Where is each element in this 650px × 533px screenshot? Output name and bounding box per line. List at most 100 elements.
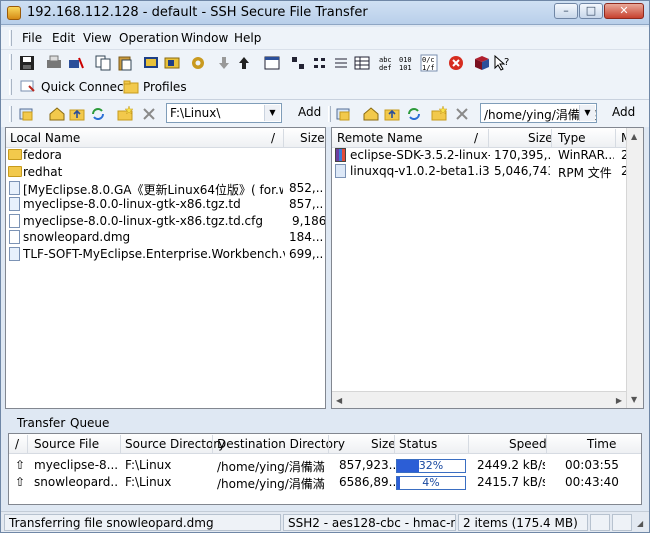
save-icon[interactable] bbox=[18, 54, 36, 72]
transfer-row[interactable]: ⇧ snowleopard.... F:\Linux /home/ying/涓備… bbox=[9, 474, 641, 491]
local-file-row[interactable]: fedora bbox=[6, 147, 325, 164]
auto-mode-icon[interactable]: 0/c1/f bbox=[420, 54, 438, 72]
profiles-button[interactable]: Profiles bbox=[143, 80, 187, 94]
large-icons-icon[interactable] bbox=[289, 54, 307, 72]
minimize-button[interactable]: – bbox=[554, 3, 578, 19]
tab-queue[interactable]: Queue bbox=[70, 416, 109, 430]
menu-view[interactable]: View bbox=[83, 31, 111, 45]
restore-button[interactable]: □ bbox=[579, 3, 603, 19]
scroll-right-icon[interactable]: ▶ bbox=[616, 396, 622, 405]
size-header[interactable]: Size bbox=[371, 437, 396, 451]
tab-transfer[interactable]: Transfer bbox=[17, 416, 65, 430]
menu-file[interactable]: File bbox=[22, 31, 42, 45]
details-view-icon[interactable] bbox=[353, 54, 371, 72]
column-divider[interactable] bbox=[283, 129, 284, 147]
quick-connect-button[interactable]: Quick Connect bbox=[41, 80, 128, 94]
speed-header[interactable]: Speed bbox=[509, 437, 547, 451]
list-view-icon[interactable] bbox=[332, 54, 350, 72]
local-size-header[interactable]: Size bbox=[300, 131, 325, 145]
ascii-mode-icon[interactable]: abcdef bbox=[378, 54, 396, 72]
local-file-row[interactable]: myeclipse-8.0.0-linux-gtk-x86.tgz.td.cfg… bbox=[6, 213, 325, 230]
remote-delete-icon[interactable] bbox=[453, 105, 471, 123]
source-directory-header[interactable]: Source Directory bbox=[125, 437, 225, 451]
remote-path-combobox[interactable]: /home/ying/涓備滿浣 ▼ bbox=[480, 103, 597, 123]
remote-add-button[interactable]: Add bbox=[612, 105, 635, 119]
copy-icon[interactable] bbox=[94, 54, 112, 72]
column-divider[interactable] bbox=[551, 129, 552, 147]
remote-file-row[interactable]: eclipse-SDK-3.5.2-linux-... 170,395,... … bbox=[332, 147, 641, 164]
scroll-up-icon[interactable]: ▲ bbox=[631, 132, 637, 141]
local-file-row[interactable]: snowleopard.dmg 184... bbox=[6, 229, 325, 246]
remote-refresh-icon[interactable] bbox=[405, 105, 423, 123]
local-add-button[interactable]: Add bbox=[298, 105, 321, 119]
column-divider[interactable] bbox=[328, 435, 329, 453]
remote-header: Remote Name / Size Type Mod bbox=[332, 128, 643, 148]
chevron-down-icon[interactable]: ▼ bbox=[264, 105, 280, 121]
new-file-transfer-icon[interactable] bbox=[163, 54, 181, 72]
remote-size-header[interactable]: Size bbox=[528, 131, 553, 145]
remote-type-header[interactable]: Type bbox=[558, 131, 586, 145]
remote-vertical-scrollbar[interactable]: ▲ ▼ bbox=[626, 128, 643, 408]
transfer-flag-header[interactable]: / bbox=[15, 437, 19, 451]
download-icon[interactable] bbox=[215, 54, 233, 72]
remote-parent-folder-icon[interactable] bbox=[335, 105, 353, 123]
menu-edit[interactable]: Edit bbox=[52, 31, 75, 45]
remote-horizontal-scrollbar[interactable]: ◀ ▶ bbox=[332, 391, 626, 408]
local-up-folder-icon[interactable] bbox=[68, 105, 86, 123]
local-file-pane[interactable]: Local Name / Size fedora redhat [MyEclip… bbox=[5, 127, 326, 409]
local-file-row[interactable]: redhat bbox=[6, 164, 325, 181]
remote-up-folder-icon[interactable] bbox=[383, 105, 401, 123]
svg-text:def: def bbox=[379, 64, 392, 72]
column-divider[interactable] bbox=[615, 129, 616, 147]
close-button[interactable]: ✕ bbox=[604, 3, 644, 19]
paste-icon[interactable] bbox=[116, 54, 134, 72]
local-refresh-icon[interactable] bbox=[89, 105, 107, 123]
local-parent-folder-icon[interactable] bbox=[18, 105, 36, 123]
new-terminal-icon[interactable] bbox=[142, 54, 160, 72]
local-path-combobox[interactable]: F:\Linux\ ▼ bbox=[166, 103, 282, 123]
local-new-folder-icon[interactable] bbox=[116, 105, 134, 123]
local-home-icon[interactable] bbox=[48, 105, 66, 123]
local-file-row[interactable]: TLF-SOFT-MyEclipse.Enterprise.Workbench.… bbox=[6, 246, 325, 263]
column-divider[interactable] bbox=[488, 129, 489, 147]
status-header[interactable]: Status bbox=[399, 437, 437, 451]
time-header[interactable]: Time bbox=[587, 437, 616, 451]
local-file-row[interactable]: [MyEclipse.8.0.GA《更新Linux64位版》( for.win.… bbox=[6, 180, 325, 197]
column-divider[interactable] bbox=[394, 435, 395, 453]
column-divider[interactable] bbox=[546, 435, 547, 453]
transfer-row[interactable]: ⇧ myeclipse-8.... F:\Linux /home/ying/涓備… bbox=[9, 457, 641, 474]
whats-this-icon[interactable]: ? bbox=[493, 54, 511, 72]
remote-file-pane[interactable]: Remote Name / Size Type Mod eclipse-SDK-… bbox=[331, 127, 644, 409]
resize-grip-icon[interactable]: ◢ bbox=[637, 519, 643, 528]
disconnect-icon[interactable] bbox=[67, 54, 85, 72]
column-divider[interactable] bbox=[468, 435, 469, 453]
menu-window[interactable]: Window bbox=[181, 31, 228, 45]
stop-icon[interactable] bbox=[447, 54, 465, 72]
upload-icon[interactable] bbox=[235, 54, 253, 72]
column-divider[interactable] bbox=[120, 435, 121, 453]
column-divider[interactable] bbox=[212, 435, 213, 453]
remote-new-folder-icon[interactable] bbox=[430, 105, 448, 123]
menu-operation[interactable]: Operation bbox=[119, 31, 179, 45]
destination-directory-header[interactable]: Destination Directory bbox=[217, 437, 345, 451]
small-icons-icon[interactable] bbox=[311, 54, 329, 72]
scroll-down-icon[interactable]: ▼ bbox=[631, 395, 637, 404]
scroll-left-icon[interactable]: ◀ bbox=[336, 396, 342, 405]
local-file-row[interactable]: myeclipse-8.0.0-linux-gtk-x86.tgz.td 857… bbox=[6, 196, 325, 213]
transfer-list[interactable]: / Source File Source Directory Destinati… bbox=[8, 433, 642, 505]
help-book-icon[interactable] bbox=[473, 54, 491, 72]
local-delete-icon[interactable] bbox=[140, 105, 158, 123]
chevron-down-icon[interactable]: ▼ bbox=[579, 105, 595, 121]
remote-home-icon[interactable] bbox=[362, 105, 380, 123]
local-name-header[interactable]: Local Name bbox=[10, 131, 80, 145]
menu-help[interactable]: Help bbox=[234, 31, 261, 45]
view-list-icon[interactable] bbox=[263, 54, 281, 72]
column-divider[interactable] bbox=[27, 435, 28, 453]
source-file-header[interactable]: Source File bbox=[34, 437, 99, 451]
settings-icon[interactable] bbox=[189, 54, 207, 72]
file-name: snowleopard.dmg bbox=[23, 230, 131, 244]
print-icon[interactable] bbox=[45, 54, 63, 72]
remote-file-row[interactable]: linuxqq-v1.0.2-beta1.i38... 5,046,743 RP… bbox=[332, 163, 641, 180]
remote-name-header[interactable]: Remote Name bbox=[337, 131, 423, 145]
binary-mode-icon[interactable]: 010101 bbox=[398, 54, 416, 72]
